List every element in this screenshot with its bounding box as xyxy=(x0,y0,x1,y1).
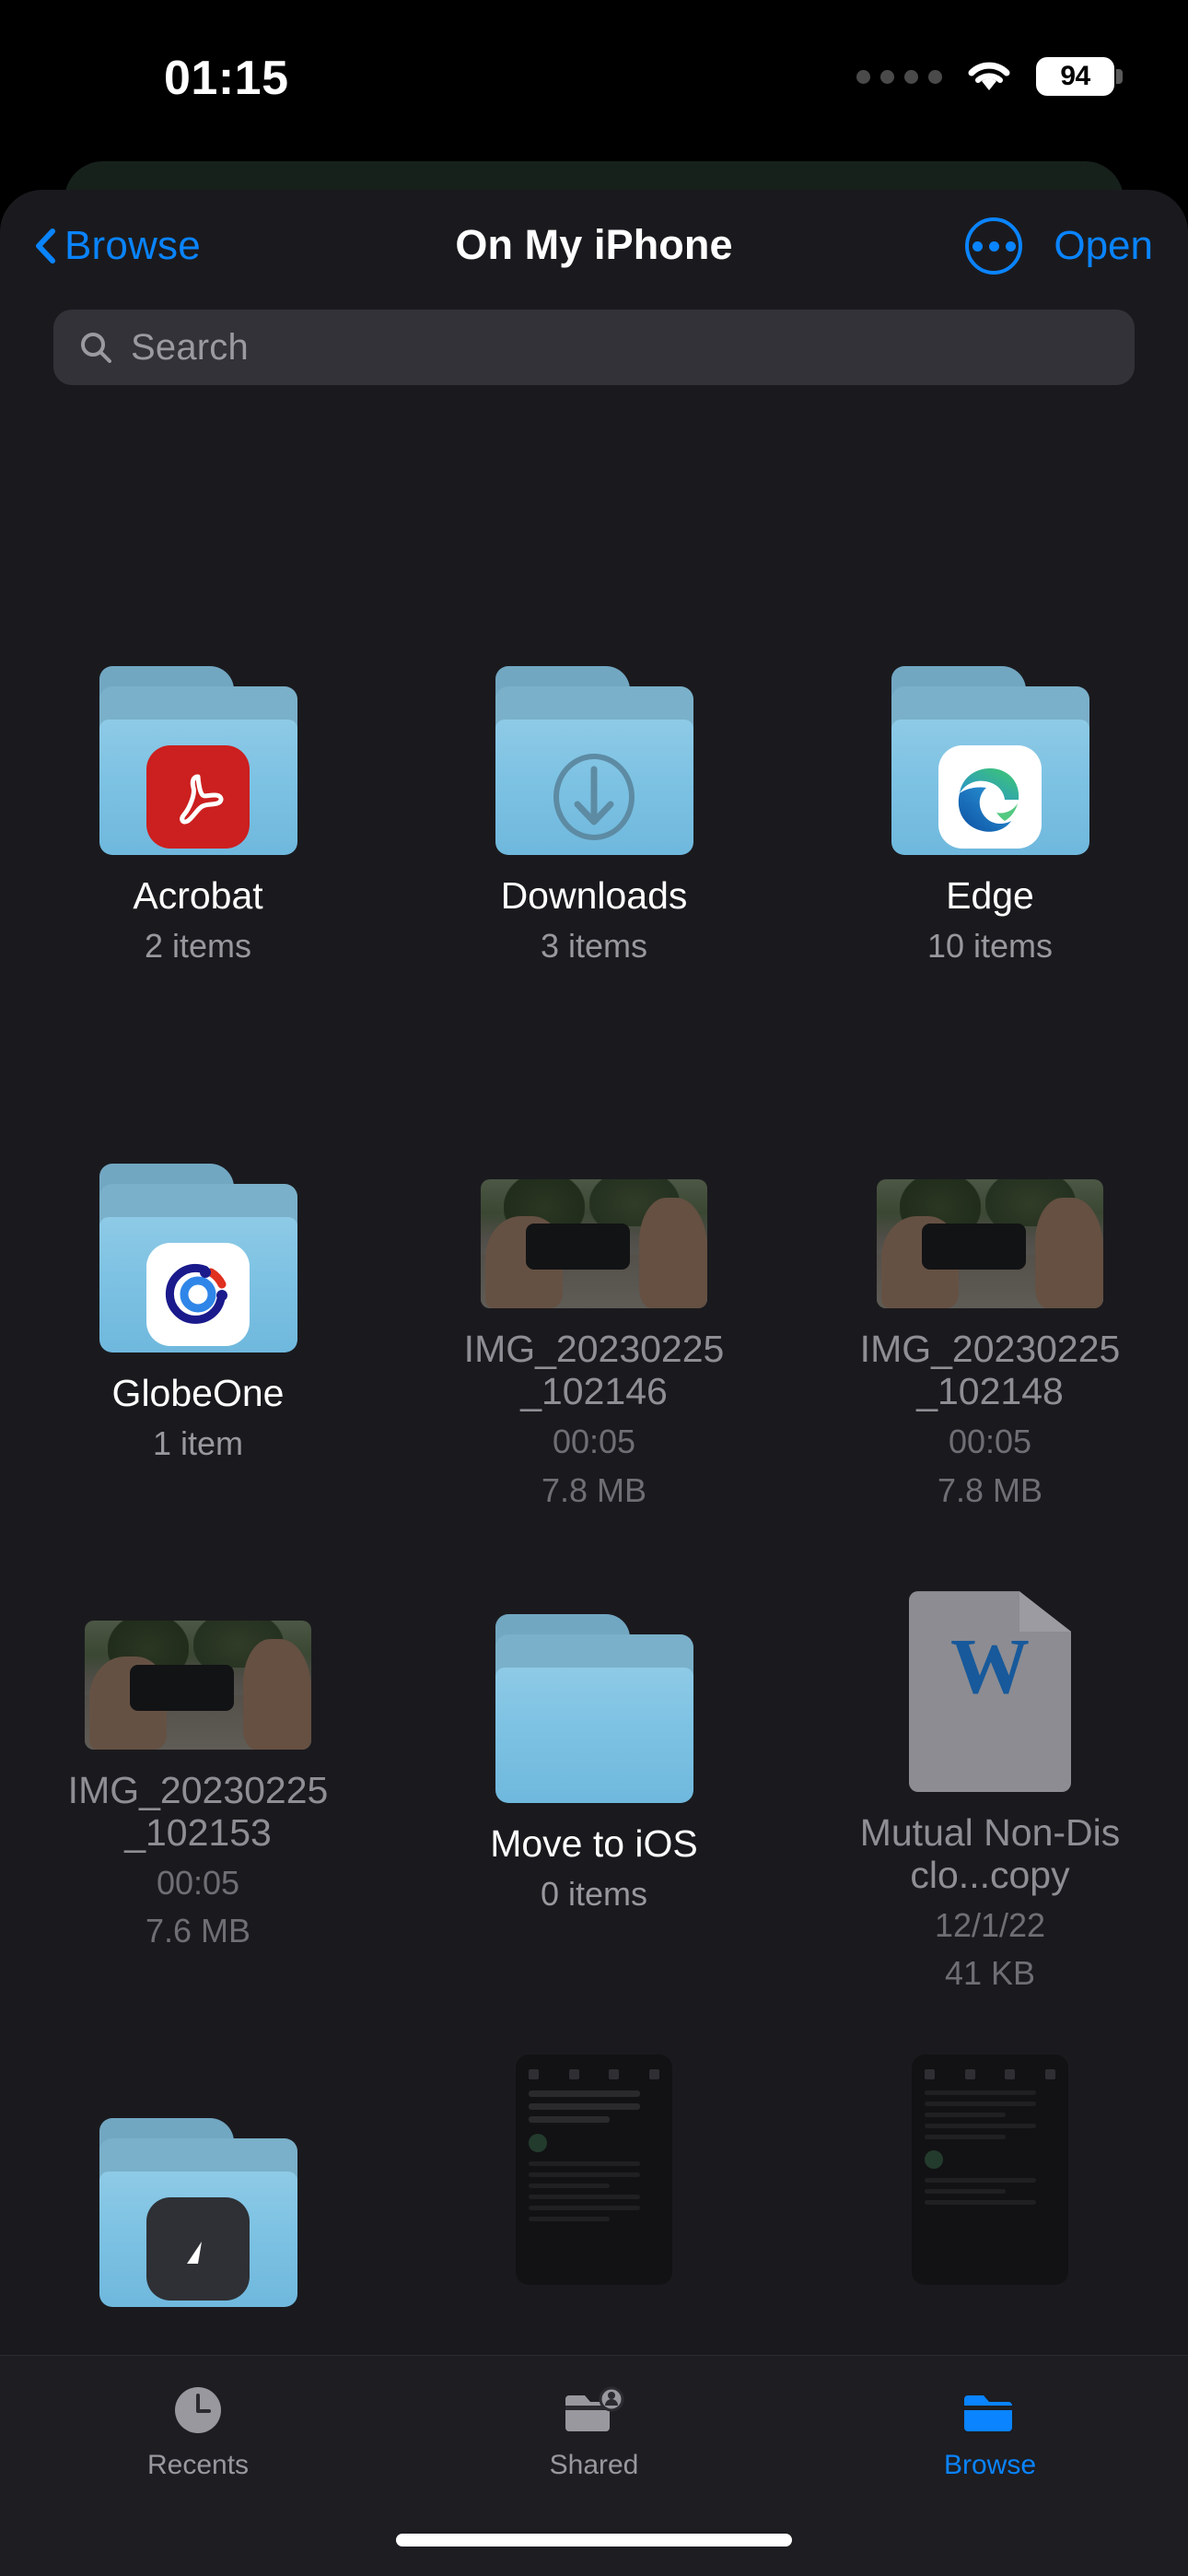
folder-thumbnail xyxy=(495,1573,693,1804)
ellipsis-circle-icon[interactable] xyxy=(965,217,1023,275)
item-size: 41 KB xyxy=(944,1954,1036,1993)
open-button[interactable]: Open xyxy=(1054,223,1153,269)
item-name: Edge xyxy=(946,874,1034,917)
status-bar-time: 01:15 xyxy=(164,52,289,105)
tab-label: Shared xyxy=(549,2450,639,2480)
battery-icon: 94 xyxy=(1036,57,1123,96)
document-thumbnail: W xyxy=(909,1562,1071,1793)
tab-bar: Recents Shared Browse xyxy=(0,2355,1188,2576)
tab-browse[interactable]: Browse xyxy=(792,2380,1188,2481)
folder-icon xyxy=(99,2117,297,2307)
item-meta: 10 items xyxy=(926,926,1054,965)
grid-item-partial-screenshot-2[interactable] xyxy=(792,1994,1188,2307)
file-grid: Acrobat 2 items Downloads 3 items Edge 1… xyxy=(0,586,1188,2521)
item-date: 12/1/22 xyxy=(934,1905,1046,1944)
video-thumbnail xyxy=(85,1611,311,1751)
search-placeholder: Search xyxy=(131,326,249,368)
grid-item-video-102146[interactable]: IMG_20230225_102146 00:05 7.8 MB xyxy=(396,966,792,1510)
video-thumbnail-image xyxy=(877,1179,1103,1309)
folder-thumbnail xyxy=(99,625,297,855)
item-duration: 00:05 xyxy=(156,1863,240,1902)
shared-folder-icon xyxy=(564,2380,624,2441)
nav-bar-actions: Open xyxy=(965,217,1153,275)
edge-app-icon xyxy=(938,745,1042,849)
folder-thumbnail xyxy=(99,1122,297,1353)
search-icon xyxy=(79,331,112,364)
folder-icon xyxy=(891,666,1089,855)
navigation-bar: Browse On My iPhone Open xyxy=(0,190,1188,310)
folder-icon xyxy=(99,1164,297,1353)
folder-thumbnail xyxy=(495,625,693,855)
tab-label: Recents xyxy=(146,2450,250,2480)
tab-shared[interactable]: Shared xyxy=(396,2380,792,2481)
status-bar-indicators: 94 xyxy=(856,57,1123,96)
grid-item-edge[interactable]: Edge 10 items xyxy=(792,586,1188,966)
grid-item-partial-folder[interactable] xyxy=(0,1994,396,2307)
signal-dots-icon xyxy=(856,69,942,84)
folder-thumbnail xyxy=(891,625,1089,855)
clock-icon xyxy=(170,2380,226,2441)
video-thumbnail xyxy=(877,1170,1103,1309)
item-name: IMG_20230225_102146 xyxy=(463,1328,725,1413)
item-meta: 0 items xyxy=(540,1875,648,1914)
grid-item-video-102148[interactable]: IMG_20230225_102148 00:05 7.8 MB xyxy=(792,966,1188,1510)
grid-item-video-102153[interactable]: IMG_20230225_102153 00:05 7.6 MB xyxy=(0,1510,396,1994)
video-thumbnail-image xyxy=(85,1621,311,1751)
folder-icon xyxy=(495,666,693,855)
screenshot-thumbnail xyxy=(912,2054,1068,2294)
grid-item-word-document[interactable]: W Mutual Non-Disclo...copy 12/1/22 41 KB xyxy=(792,1510,1188,1994)
status-bar: 01:15 94 xyxy=(0,0,1188,157)
search-container: Search xyxy=(0,310,1188,385)
globeone-app-icon xyxy=(146,1243,250,1347)
grid-item-downloads[interactable]: Downloads 3 items xyxy=(396,586,792,966)
video-thumbnail-image xyxy=(481,1179,707,1309)
download-arrow-icon xyxy=(541,744,647,855)
item-size: 7.8 MB xyxy=(541,1470,647,1509)
item-size: 7.6 MB xyxy=(145,1912,251,1950)
screenshot-thumbnail xyxy=(516,2054,672,2294)
folder-icon xyxy=(99,666,297,855)
folder-thumbnail xyxy=(99,2077,297,2307)
word-document-icon: W xyxy=(909,1591,1071,1793)
iphone-screen: 01:15 94 Browse On My iPhone Open Search… xyxy=(0,0,1188,2576)
partial-app-icon xyxy=(146,2196,250,2301)
tab-recents[interactable]: Recents xyxy=(0,2380,396,2481)
video-thumbnail xyxy=(481,1170,707,1309)
screenshot-thumbnail-image xyxy=(516,2054,672,2285)
folder-icon xyxy=(962,2380,1018,2441)
item-name: IMG_20230225_102148 xyxy=(859,1328,1121,1413)
item-name: Mutual Non-Disclo...copy xyxy=(859,1811,1121,1897)
grid-item-globeone[interactable]: GlobeOne 1 item xyxy=(0,966,396,1510)
wifi-icon xyxy=(966,59,1012,94)
item-meta: 1 item xyxy=(152,1424,244,1463)
search-input[interactable]: Search xyxy=(53,310,1135,385)
acrobat-app-icon xyxy=(146,745,250,849)
item-name: Move to iOS xyxy=(490,1822,698,1866)
item-name: IMG_20230225_102153 xyxy=(67,1769,329,1855)
tab-label: Browse xyxy=(943,2450,1037,2480)
item-name: GlobeOne xyxy=(111,1372,285,1415)
item-duration: 00:05 xyxy=(948,1423,1032,1461)
item-duration: 00:05 xyxy=(552,1423,636,1461)
item-meta: 3 items xyxy=(540,926,648,965)
grid-item-move-to-ios[interactable]: Move to iOS 0 items xyxy=(396,1510,792,1994)
files-sheet: Browse On My iPhone Open Search Acrobat … xyxy=(0,190,1188,2576)
grid-item-acrobat[interactable]: Acrobat 2 items xyxy=(0,586,396,966)
item-meta: 2 items xyxy=(144,926,252,965)
item-size: 7.8 MB xyxy=(937,1470,1043,1509)
battery-level: 94 xyxy=(1060,61,1090,91)
grid-item-partial-screenshot-1[interactable] xyxy=(396,1994,792,2307)
screenshot-thumbnail-image xyxy=(912,2054,1068,2285)
empty-folder-icon xyxy=(495,1614,693,1804)
item-name: Downloads xyxy=(500,874,688,917)
home-indicator[interactable] xyxy=(396,2534,792,2547)
item-name: Acrobat xyxy=(133,874,263,917)
